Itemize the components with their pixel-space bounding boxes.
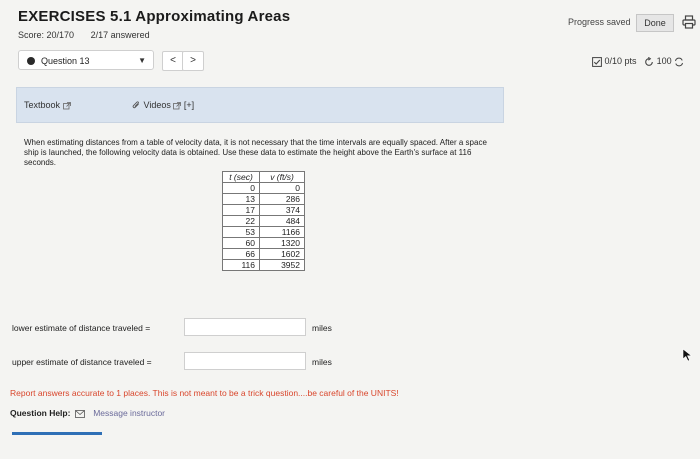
table-cell-velocity: 286 xyxy=(259,193,305,205)
table-header-velocity: v (ft/s) xyxy=(259,171,305,183)
table-row: 66 1602 xyxy=(222,248,305,260)
table-cell-velocity: 1166 xyxy=(259,226,305,238)
videos-expand[interactable]: [+] xyxy=(184,100,194,110)
table-cell-velocity: 484 xyxy=(259,215,305,227)
mouse-cursor-icon xyxy=(682,348,693,362)
question-help-label: Question Help: xyxy=(10,408,71,418)
table-header-row: t (sec) v (ft/s) xyxy=(222,171,305,183)
videos-link[interactable]: Videos [+] xyxy=(132,100,194,110)
points-area: 0/10 pts 100 xyxy=(592,56,684,67)
print-icon[interactable] xyxy=(682,15,696,29)
done-button[interactable]: Done xyxy=(636,14,674,32)
table-cell-velocity: 1320 xyxy=(259,237,305,249)
problem-text: When estimating distances from a table o… xyxy=(24,138,487,167)
external-link-icon xyxy=(62,101,71,110)
table-cell-time: 66 xyxy=(222,248,260,260)
message-instructor-link[interactable]: Message instructor xyxy=(93,408,165,418)
question-help: Question Help: Message instructor xyxy=(10,408,165,418)
question-select-label: Question 13 xyxy=(41,56,90,66)
answered-count: 2/17 answered xyxy=(90,30,150,40)
upper-estimate-input[interactable] xyxy=(184,352,306,370)
table-row: 17 374 xyxy=(222,204,305,216)
table-cell-velocity: 3952 xyxy=(259,259,305,271)
table-cell-time: 0 xyxy=(222,182,260,194)
check-box-icon xyxy=(592,56,602,67)
table-cell-time: 22 xyxy=(222,215,260,227)
table-row: 116 3952 xyxy=(222,259,305,271)
resources-bar xyxy=(16,87,504,123)
question-select[interactable]: Question 13 ▼ xyxy=(18,50,154,70)
retry-icon[interactable] xyxy=(674,57,684,67)
question-status-dot xyxy=(27,57,35,65)
velocity-table: t (sec) v (ft/s) 00 13 286 17 374 22 484 53… xyxy=(222,171,305,271)
external-link-icon xyxy=(173,101,182,110)
score-line: Score: 20/170 2/17 answered xyxy=(18,30,164,40)
table-row: 13 286 xyxy=(222,193,305,205)
table-cell-time: 17 xyxy=(222,204,260,216)
textbook-link[interactable]: Textbook xyxy=(24,100,71,110)
videos-label: Videos xyxy=(143,100,171,110)
table-row: 22 484 xyxy=(222,215,305,227)
table-cell-velocity: 374 xyxy=(259,204,305,216)
chevron-down-icon: ▼ xyxy=(138,56,146,65)
table-cell-velocity: 1602 xyxy=(259,248,305,260)
lower-estimate-input[interactable] xyxy=(184,318,306,336)
progress-status: Progress saved xyxy=(568,17,631,27)
lower-estimate-unit: miles xyxy=(312,323,332,333)
table-cell-velocity: 0 xyxy=(259,182,305,194)
page-title: EXERCISES 5.1 Approximating Areas xyxy=(18,8,291,25)
scroll-indicator xyxy=(12,432,102,435)
previous-question-button[interactable]: < xyxy=(162,51,184,71)
mail-icon xyxy=(74,409,85,418)
table-cell-time: 60 xyxy=(222,237,260,249)
paperclip-icon xyxy=(132,101,139,109)
retry-icon xyxy=(645,56,653,66)
next-question-button[interactable]: > xyxy=(182,51,204,71)
upper-estimate-unit: miles xyxy=(312,357,332,367)
report-instructions: Report answers accurate to 1 places. Thi… xyxy=(10,388,399,398)
table-cell-time: 53 xyxy=(222,226,260,238)
points-text: 0/10 pts xyxy=(604,56,637,66)
table-cell-time: 13 xyxy=(222,193,260,205)
table-row: 53 1166 xyxy=(222,226,305,238)
lower-estimate-label: lower estimate of distance traveled = xyxy=(12,323,151,333)
textbook-label: Textbook xyxy=(24,100,61,110)
score-text: Score: 20/170 xyxy=(18,30,75,40)
table-header-time: t (sec) xyxy=(222,171,260,183)
upper-estimate-label: upper estimate of distance traveled = xyxy=(12,357,152,367)
table-cell-time: 116 xyxy=(222,259,260,271)
retries-count: 100 xyxy=(656,56,672,66)
table-row: 60 1320 xyxy=(222,237,305,249)
table-row: 00 xyxy=(222,182,305,194)
